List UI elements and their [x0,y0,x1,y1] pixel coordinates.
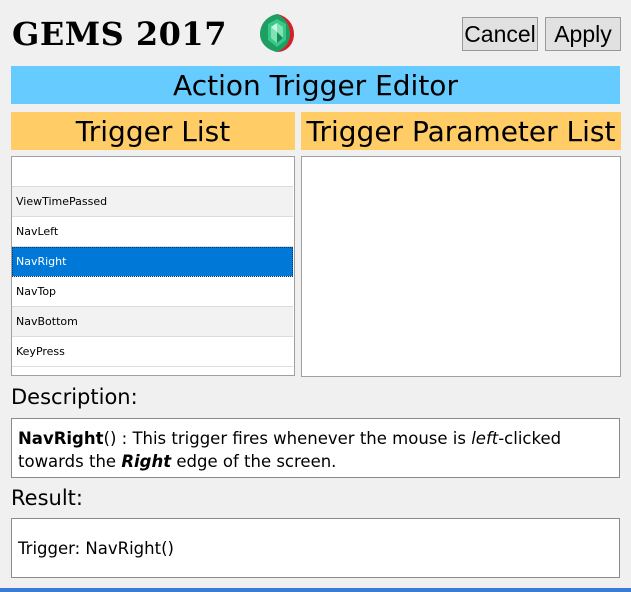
description-emphasis-right: Right [121,452,172,471]
result-label: Result: [11,486,83,510]
trigger-list[interactable]: ViewTimePassed NavLeft NavRight NavTop N… [11,156,295,376]
cancel-button[interactable]: Cancel [462,17,538,51]
list-item[interactable]: KeyPress [12,337,293,367]
description-text: NavRight() : This trigger fires whenever… [11,418,620,478]
trigger-list-heading: Trigger List [11,112,295,150]
window-bottom-border [0,588,631,592]
editor-title-banner: Action Trigger Editor [11,66,620,104]
description-text-part: edge of the screen. [171,452,337,471]
list-item[interactable]: NavLeft [12,217,293,247]
list-item[interactable]: ViewTimePassed [12,187,293,217]
apply-button[interactable]: Apply [545,17,621,51]
list-item[interactable] [12,157,293,187]
list-item[interactable]: NavBottom [12,307,293,337]
description-emphasis-left: left [471,429,499,448]
list-item-selected[interactable]: NavRight [12,247,293,277]
result-field[interactable]: Trigger: NavRight() [11,518,620,578]
description-text-part: () : This trigger fires whenever the mou… [103,429,472,448]
trigger-parameter-list-heading: Trigger Parameter List [301,112,621,150]
green-gem-icon [254,10,300,56]
list-item[interactable]: NavTop [12,277,293,307]
description-label: Description: [11,385,138,409]
trigger-parameter-list[interactable] [301,156,621,377]
result-value: Trigger: NavRight() [18,538,174,558]
description-trigger-name: NavRight [18,429,104,448]
app-title: GEMS 2017 [12,15,227,53]
